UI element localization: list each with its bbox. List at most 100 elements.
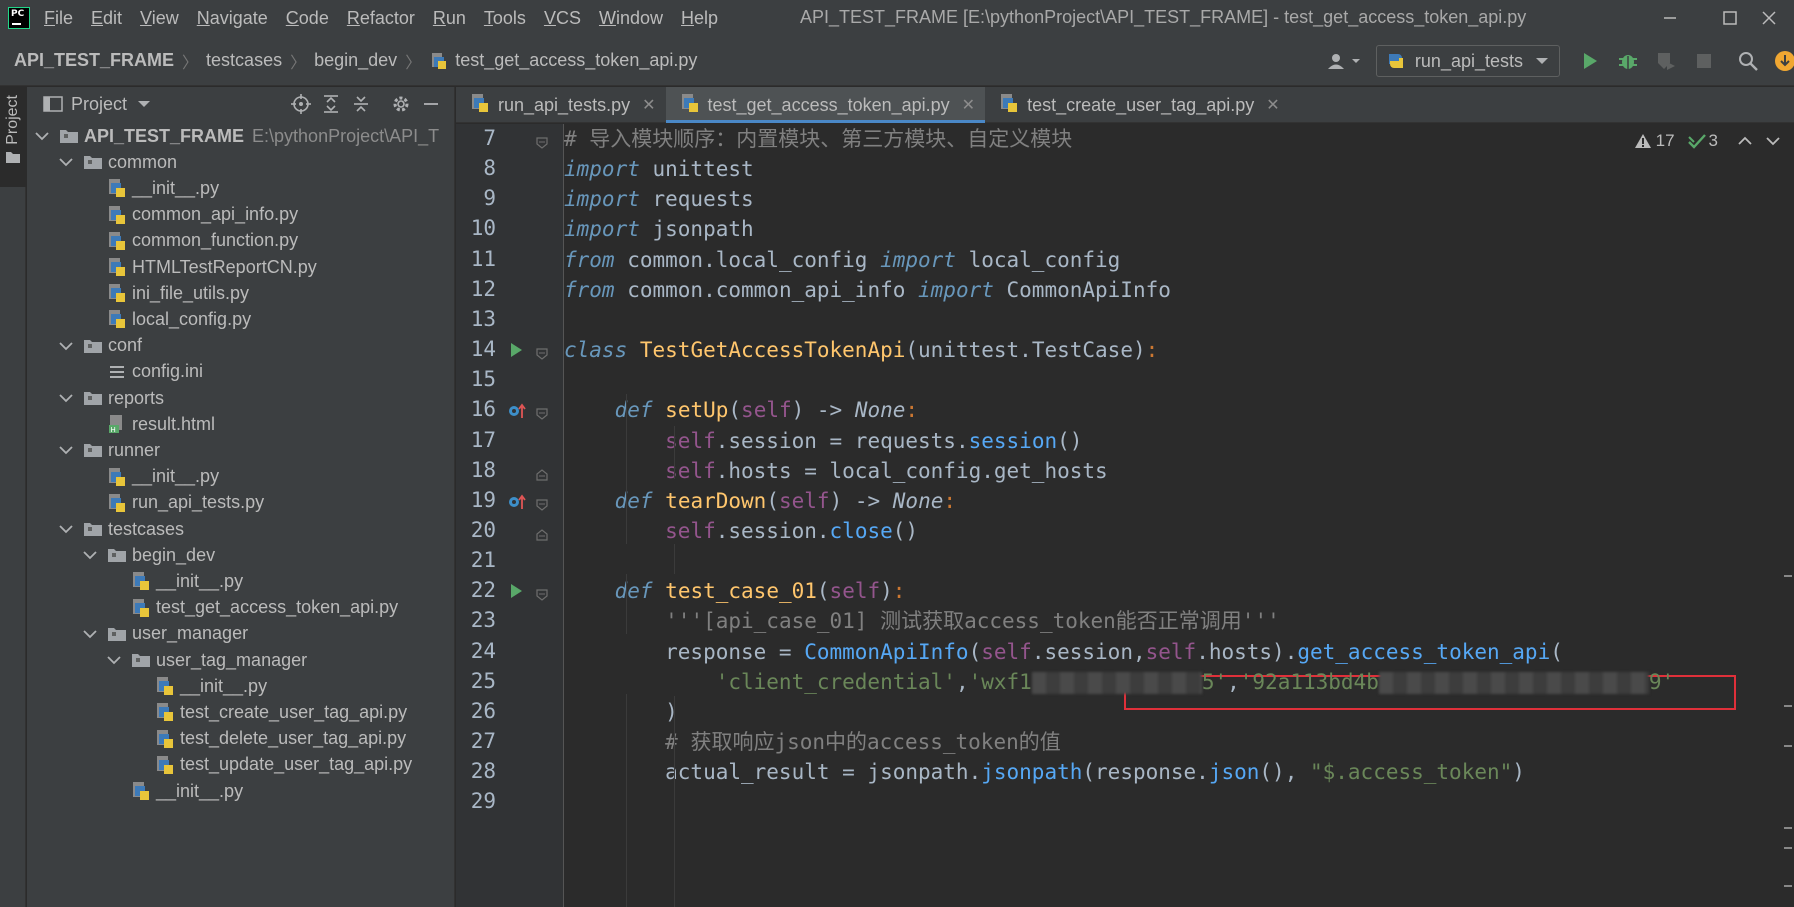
breadcrumb-testcases[interactable]: testcases bbox=[206, 50, 282, 71]
tree-item-label: run_api_tests.py bbox=[132, 492, 265, 513]
updates-button[interactable] bbox=[1772, 47, 1794, 75]
menu-run[interactable]: Run bbox=[433, 8, 466, 29]
fold-open-icon[interactable] bbox=[536, 586, 548, 602]
code-line[interactable]: response = CommonApiInfo(self.session,se… bbox=[564, 637, 1563, 667]
menu-mnemonic: R bbox=[346, 7, 360, 28]
chevron-up-icon[interactable] bbox=[1738, 136, 1752, 146]
code-line[interactable]: import requests bbox=[564, 184, 754, 214]
locate-file-button[interactable] bbox=[286, 89, 316, 119]
code-line[interactable]: import jsonpath bbox=[564, 214, 754, 244]
code-line[interactable]: from common.common_api_info import Commo… bbox=[564, 275, 1171, 305]
code-line[interactable]: actual_result = jsonpath.jsonpath(respon… bbox=[564, 757, 1525, 787]
menu-code[interactable]: Code bbox=[286, 8, 329, 29]
code-line[interactable]: self.session = requests.session() bbox=[564, 426, 1082, 456]
menu-refactor[interactable]: Refactor bbox=[347, 8, 415, 29]
editor-tab[interactable]: test_create_user_tag_api.py ✕ bbox=[985, 87, 1290, 123]
editor-error-stripe[interactable] bbox=[1784, 123, 1794, 906]
fold-close-icon[interactable] bbox=[536, 526, 548, 541]
collapse-all-icon bbox=[354, 96, 368, 112]
search-everywhere-button[interactable] bbox=[1734, 47, 1762, 75]
tree-expand-arrow[interactable] bbox=[83, 548, 97, 562]
breadcrumb-file[interactable]: test_get_access_token_api.py bbox=[429, 50, 697, 71]
menu-window[interactable]: Window bbox=[599, 8, 663, 29]
code-line[interactable]: # 获取响应json中的access_token的值 bbox=[564, 727, 1061, 757]
menu-tools[interactable]: Tools bbox=[484, 8, 526, 29]
tree-expand-arrow[interactable] bbox=[59, 155, 73, 169]
code-line[interactable]: # 导入模块顺序：内置模块、第三方模块、自定义模块 bbox=[564, 124, 1072, 154]
menu-mnemonic: N bbox=[196, 7, 210, 28]
menu-label-rest: indow bbox=[615, 7, 663, 28]
run-button[interactable] bbox=[1576, 47, 1604, 75]
code-line[interactable]: self.hosts = local_config.get_hosts bbox=[564, 456, 1108, 486]
tree-expand-arrow[interactable] bbox=[59, 391, 73, 405]
code-line[interactable]: ) bbox=[564, 697, 678, 727]
code-line[interactable]: import unittest bbox=[564, 154, 754, 184]
close-window-button[interactable] bbox=[1744, 0, 1794, 36]
code-line[interactable]: from common.local_config import local_co… bbox=[564, 245, 1120, 275]
project-tool-window-tab[interactable]: Project bbox=[0, 87, 26, 187]
fold-open-icon[interactable] bbox=[536, 345, 548, 360]
code-line[interactable]: class TestGetAccessTokenApi(unittest.Tes… bbox=[564, 335, 1158, 365]
run-gutter-icon[interactable] bbox=[508, 342, 528, 362]
vcs-user-button[interactable] bbox=[1322, 47, 1366, 75]
menu-navigate[interactable]: Navigate bbox=[197, 8, 268, 29]
tab-label: test_get_access_token_api.py bbox=[707, 94, 950, 115]
collapse-all-button[interactable] bbox=[346, 89, 376, 119]
tab-close-icon[interactable]: ✕ bbox=[962, 95, 975, 115]
run-configuration-select[interactable]: run_api_tests bbox=[1375, 45, 1560, 77]
editor-tab[interactable]: test_get_access_token_api.py ✕ bbox=[665, 87, 986, 123]
inspection-widget[interactable]: 17 3 bbox=[1634, 131, 1780, 151]
fold-open-icon[interactable] bbox=[536, 405, 548, 421]
tree-expand-arrow[interactable] bbox=[59, 443, 73, 457]
menu-help[interactable]: Help bbox=[681, 8, 718, 29]
tab-file-icon bbox=[680, 93, 700, 118]
tree-expand-arrow[interactable] bbox=[107, 653, 121, 667]
hide-panel-button[interactable] bbox=[416, 89, 446, 119]
coverage-button[interactable] bbox=[1652, 47, 1680, 75]
expand-all-button[interactable] bbox=[316, 89, 346, 119]
line-number: 28 bbox=[470, 759, 496, 784]
chevron-down-icon[interactable] bbox=[1766, 136, 1780, 146]
tab-close-icon[interactable]: ✕ bbox=[1266, 95, 1279, 115]
menu-edit[interactable]: Edit bbox=[91, 8, 122, 29]
editor-tab[interactable]: run_api_tests.py ✕ bbox=[456, 87, 666, 123]
python-file-icon bbox=[157, 755, 173, 774]
project-panel: Project API_TEST_FRAME E:\pythonProject\A… bbox=[27, 87, 455, 907]
tree-item-icon bbox=[155, 729, 175, 748]
project-view-selector[interactable]: Project bbox=[43, 94, 151, 115]
indent-guide bbox=[674, 426, 675, 479]
panel-settings-button[interactable] bbox=[386, 89, 416, 119]
fold-open-icon[interactable] bbox=[536, 134, 548, 149]
code-line[interactable]: def test_case_01(self): bbox=[564, 576, 906, 606]
tab-label: test_create_user_tag_api.py bbox=[1027, 94, 1255, 115]
fold-close-icon[interactable] bbox=[536, 466, 548, 481]
code-line[interactable]: def setUp(self) -> None: bbox=[564, 395, 919, 425]
menu-file[interactable]: File bbox=[44, 8, 73, 29]
debug-button[interactable] bbox=[1614, 47, 1642, 75]
stop-button[interactable] bbox=[1690, 47, 1718, 75]
fold-open-icon[interactable] bbox=[536, 496, 548, 511]
code-line[interactable]: '''[api_case_01] 测试获取access_token能否正常调用'… bbox=[564, 606, 1280, 636]
tree-expand-arrow[interactable] bbox=[35, 129, 49, 143]
minimize-icon bbox=[1664, 17, 1676, 19]
code-line[interactable]: def tearDown(self) -> None: bbox=[564, 486, 956, 516]
run-gutter-icon[interactable] bbox=[508, 583, 528, 603]
tree-file[interactable]: __init__.py bbox=[131, 776, 243, 806]
menu-view[interactable]: View bbox=[140, 8, 179, 29]
override-method-icon[interactable] bbox=[508, 402, 528, 422]
minimize-button[interactable] bbox=[1640, 0, 1700, 36]
code-line[interactable]: self.session.close() bbox=[564, 516, 918, 546]
breadcrumb-begin-dev[interactable]: begin_dev bbox=[314, 50, 397, 71]
python-file-icon bbox=[133, 572, 149, 591]
breadcrumb-project[interactable]: API_TEST_FRAME bbox=[14, 50, 174, 71]
tree-expand-arrow[interactable] bbox=[59, 522, 73, 536]
code-line[interactable]: 'client_credential','wxf1 5','92a113bd4b 9… bbox=[564, 667, 1674, 697]
tree-expand-arrow[interactable] bbox=[83, 627, 97, 641]
tree-item-icon: H bbox=[107, 415, 127, 434]
menu-vcs[interactable]: VCS bbox=[544, 8, 581, 29]
tree-expand-arrow[interactable] bbox=[59, 339, 73, 353]
tab-close-icon[interactable]: ✕ bbox=[642, 95, 655, 115]
override-method-icon[interactable] bbox=[508, 493, 528, 513]
code-area[interactable]: # 导入模块顺序：内置模块、第三方模块、自定义模块 import unittest… bbox=[564, 124, 1794, 907]
python-file-icon bbox=[157, 703, 173, 722]
